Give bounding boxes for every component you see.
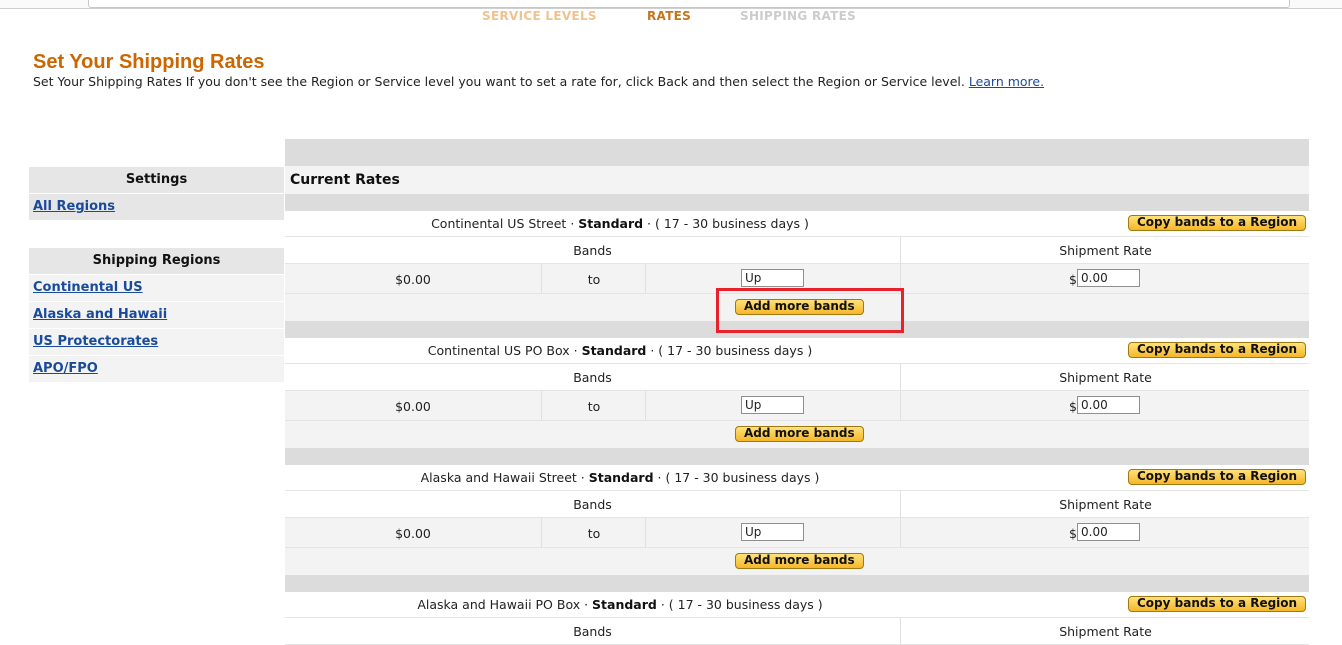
- transit-days: ( 17 - 30 business days ): [658, 343, 813, 358]
- add-more-bands-button[interactable]: Add more bands: [735, 299, 864, 315]
- continental-us-link[interactable]: Continental US: [33, 280, 143, 295]
- to-label: to: [587, 399, 601, 414]
- bands-header: Bands: [573, 243, 612, 258]
- region-name: Alaska and Hawaii Street: [420, 470, 577, 485]
- section-title: Continental US Street · Standard · ( 17 …: [431, 216, 809, 231]
- bands-header-row: Bands Shipment Rate: [285, 491, 1309, 518]
- service-level: Standard: [581, 343, 647, 358]
- us-protectorates-link[interactable]: US Protectorates: [33, 334, 158, 349]
- bands-header: Bands: [573, 624, 612, 639]
- region-name: Continental US PO Box: [427, 343, 570, 358]
- transit-days: ( 17 - 30 business days ): [655, 216, 809, 231]
- bands-header-row: Bands Shipment Rate: [285, 237, 1309, 264]
- band-upto-input[interactable]: Up: [741, 523, 804, 541]
- band-upto-input[interactable]: Up: [741, 269, 804, 287]
- service-level: Standard: [588, 470, 654, 485]
- copy-bands-button[interactable]: Copy bands to a Region: [1128, 342, 1307, 358]
- section-title: Continental US PO Box · Standard · ( 17 …: [427, 343, 813, 358]
- section-title-row: Alaska and Hawaii Street · Standard · ( …: [285, 465, 1309, 491]
- bands-header: Bands: [573, 497, 612, 512]
- rates-panel: Current Rates Continental US Street · St…: [285, 139, 1309, 645]
- apo-fpo-link[interactable]: APO/FPO: [33, 361, 98, 376]
- band-from-value: $0.00: [395, 526, 431, 541]
- band-row: $0.00 to Up $ 0.00: [285, 264, 1309, 294]
- browser-address-bar: [0, 0, 1342, 9]
- address-field[interactable]: [88, 0, 1290, 8]
- section-title-row: Alaska and Hawaii PO Box · Standard · ( …: [285, 592, 1309, 618]
- band-row: $0.00 to Up $ 0.00: [285, 518, 1309, 548]
- shipment-rate-header: Shipment Rate: [1059, 624, 1152, 639]
- page-title: Set Your Shipping Rates: [33, 51, 265, 73]
- page-subtitle: Set Your Shipping Rates If you don't see…: [33, 74, 1044, 89]
- band-row: $0.00 to Up $ 0.00: [285, 391, 1309, 421]
- sidebar-item-us-protectorates[interactable]: US Protectorates: [29, 329, 284, 356]
- sidebar-item-continental-us[interactable]: Continental US: [29, 275, 284, 302]
- shipment-rate-input[interactable]: 0.00: [1077, 269, 1140, 287]
- shipment-rate-input[interactable]: 0.00: [1077, 523, 1140, 541]
- step-shipping-rates: SHIPPING RATES: [740, 9, 857, 23]
- shipment-rate-header: Shipment Rate: [1059, 497, 1152, 512]
- section-title: Alaska and Hawaii Street · Standard · ( …: [420, 470, 820, 485]
- to-label: to: [587, 272, 601, 287]
- region-name: Continental US Street: [431, 216, 567, 231]
- copy-bands-button[interactable]: Copy bands to a Region: [1128, 215, 1307, 231]
- bands-header-row: Bands Shipment Rate: [285, 618, 1309, 645]
- add-bands-row: Add more bands: [285, 294, 1309, 321]
- alaska-hawaii-link[interactable]: Alaska and Hawaii: [33, 307, 167, 322]
- settings-heading: Settings: [29, 167, 284, 193]
- sidebar-item-all-regions[interactable]: All Regions: [29, 194, 284, 221]
- add-bands-row: Add more bands: [285, 548, 1309, 575]
- region-name: Alaska and Hawaii PO Box: [417, 597, 581, 612]
- sidebar-item-alaska-hawaii[interactable]: Alaska and Hawaii: [29, 302, 284, 329]
- learn-more-link[interactable]: Learn more.: [969, 74, 1044, 89]
- add-more-bands-button[interactable]: Add more bands: [735, 426, 864, 442]
- section-separator: [285, 321, 1309, 338]
- shipment-rate-input[interactable]: 0.00: [1077, 396, 1140, 414]
- panel-header-bar: [285, 139, 1309, 166]
- section-separator: [285, 448, 1309, 465]
- transit-days: ( 17 - 30 business days ): [665, 470, 820, 485]
- currency-symbol: $: [1069, 399, 1077, 414]
- step-rates: RATES: [647, 9, 692, 23]
- band-upto-input[interactable]: Up: [741, 396, 804, 414]
- transit-days: ( 17 - 30 business days ): [668, 597, 823, 612]
- add-more-bands-button[interactable]: Add more bands: [735, 553, 864, 569]
- section-separator: [285, 194, 1309, 211]
- shipping-regions-heading: Shipping Regions: [29, 248, 284, 274]
- section-separator: [285, 575, 1309, 592]
- copy-bands-button[interactable]: Copy bands to a Region: [1128, 469, 1307, 485]
- shipment-rate-header: Shipment Rate: [1059, 243, 1152, 258]
- sidebar-item-apo-fpo[interactable]: APO/FPO: [29, 356, 284, 383]
- section-title-row: Continental US Street · Standard · ( 17 …: [285, 211, 1309, 237]
- subtitle-text: Set Your Shipping Rates If you don't see…: [33, 74, 965, 89]
- band-from-value: $0.00: [395, 399, 431, 414]
- currency-symbol: $: [1069, 526, 1077, 541]
- bands-header: Bands: [573, 370, 612, 385]
- step-service-levels[interactable]: SERVICE LEVELS: [482, 9, 597, 23]
- progress-steps: SERVICE LEVELS RATES SHIPPING RATES: [0, 9, 1342, 25]
- copy-bands-button[interactable]: Copy bands to a Region: [1128, 596, 1307, 612]
- section-title: Alaska and Hawaii PO Box · Standard · ( …: [417, 597, 823, 612]
- band-from-value: $0.00: [395, 272, 431, 287]
- service-level: Standard: [592, 597, 657, 612]
- to-label: to: [587, 526, 601, 541]
- currency-symbol: $: [1069, 272, 1077, 287]
- section-title-row: Continental US PO Box · Standard · ( 17 …: [285, 338, 1309, 364]
- bands-header-row: Bands Shipment Rate: [285, 364, 1309, 391]
- service-level: Standard: [578, 216, 644, 231]
- all-regions-link[interactable]: All Regions: [33, 199, 115, 214]
- current-rates-title: Current Rates: [290, 172, 400, 188]
- shipment-rate-header: Shipment Rate: [1059, 370, 1152, 385]
- add-bands-row: Add more bands: [285, 421, 1309, 448]
- current-rates-header: Current Rates: [285, 166, 1309, 194]
